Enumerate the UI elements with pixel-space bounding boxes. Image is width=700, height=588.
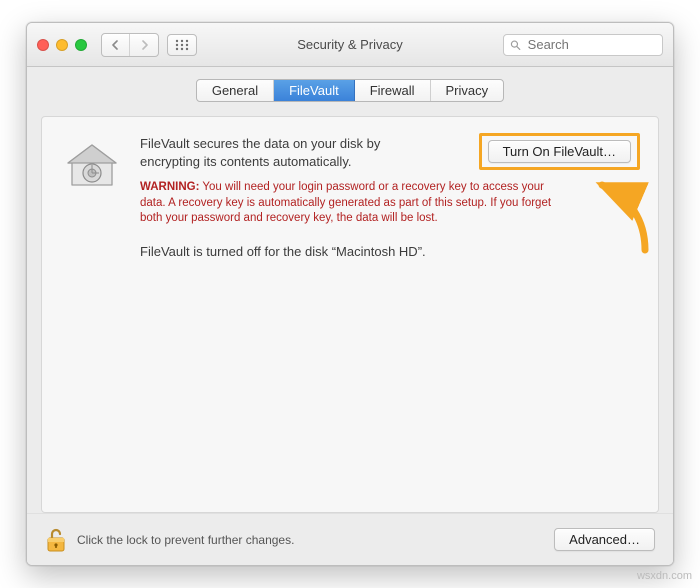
filevault-warning: WARNING: You will need your login passwo… bbox=[140, 180, 560, 227]
turn-on-filevault-button[interactable]: Turn On FileVault… bbox=[488, 140, 631, 163]
tab-general[interactable]: General bbox=[197, 80, 274, 101]
search-field[interactable] bbox=[503, 34, 663, 56]
tab-filevault[interactable]: FileVault bbox=[274, 80, 355, 101]
tab-firewall[interactable]: Firewall bbox=[355, 80, 431, 101]
watermark-text: wsxdn.com bbox=[637, 570, 692, 582]
content-area: General FileVault Firewall Privacy bbox=[27, 67, 673, 565]
callout-highlight: Turn On FileVault… bbox=[479, 133, 640, 170]
preferences-window: Security & Privacy General FileVault Fir… bbox=[26, 22, 674, 566]
tab-bar: General FileVault Firewall Privacy bbox=[196, 79, 504, 102]
close-button[interactable] bbox=[37, 39, 49, 51]
zoom-button[interactable] bbox=[75, 39, 87, 51]
minimize-button[interactable] bbox=[56, 39, 68, 51]
filevault-description: FileVault secures the data on your disk … bbox=[140, 135, 430, 170]
filevault-status: FileVault is turned off for the disk “Ma… bbox=[140, 243, 636, 261]
window-controls bbox=[37, 39, 87, 51]
footer-bar: Click the lock to prevent further change… bbox=[27, 513, 673, 565]
tab-privacy[interactable]: Privacy bbox=[431, 80, 504, 101]
window-toolbar: Security & Privacy bbox=[27, 23, 673, 67]
advanced-button[interactable]: Advanced… bbox=[554, 528, 655, 551]
filevault-panel: FileVault secures the data on your disk … bbox=[41, 116, 659, 513]
forward-button[interactable] bbox=[130, 34, 158, 56]
lock-hint-text: Click the lock to prevent further change… bbox=[77, 533, 294, 547]
filevault-icon bbox=[60, 135, 124, 191]
search-icon bbox=[510, 39, 521, 51]
show-all-button[interactable] bbox=[167, 34, 197, 56]
search-input[interactable] bbox=[526, 36, 656, 53]
lock-open-icon bbox=[45, 527, 67, 553]
lock-button[interactable] bbox=[45, 527, 67, 553]
back-button[interactable] bbox=[102, 34, 130, 56]
nav-segment bbox=[101, 33, 159, 57]
